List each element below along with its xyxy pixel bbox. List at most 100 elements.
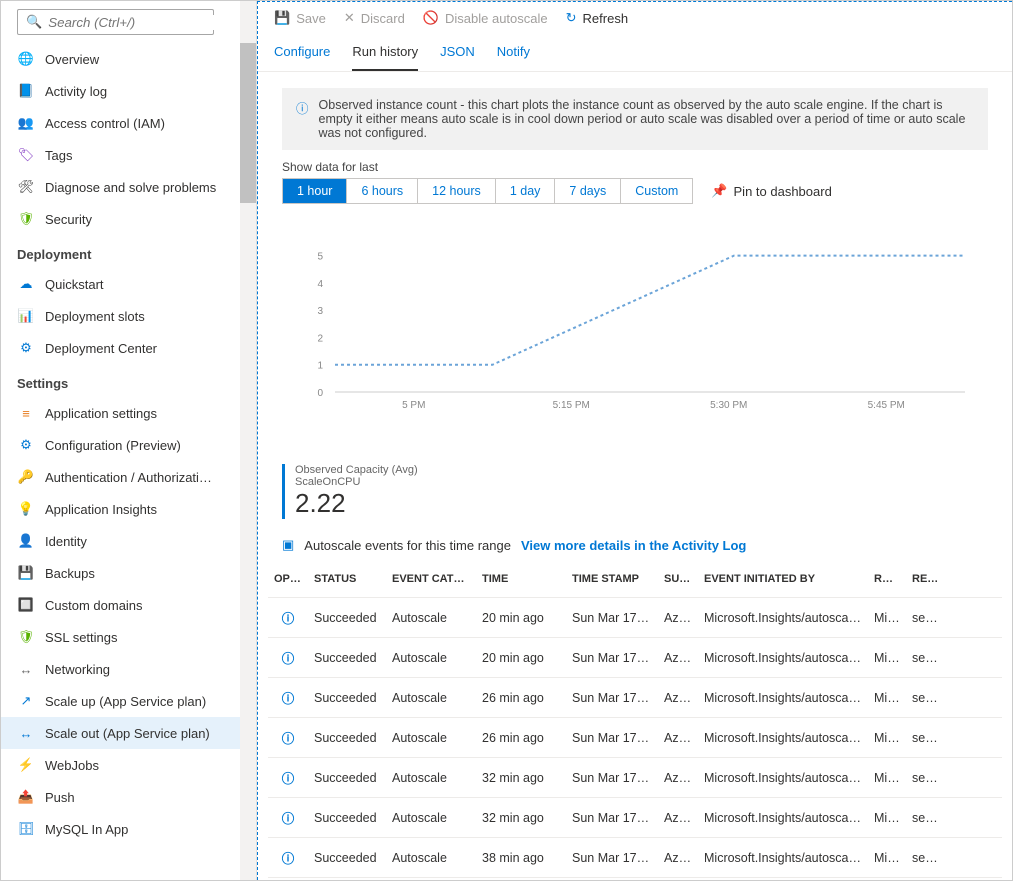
tab-configure[interactable]: Configure [274,40,330,71]
sidebar-item-backups[interactable]: 💾Backups [1,557,256,589]
cell-initiated-by: Microsoft.Insights/autoscale… [698,691,868,705]
sidebar-item-label: MySQL In App [45,822,128,837]
time-label: Show data for last [282,160,988,174]
sidebar-item-ssl-settings[interactable]: 🛡SSL settings [1,621,256,653]
cell-sub: Azu… [658,611,698,625]
time-segmented: 1 hour6 hours12 hours1 day7 daysCustom [282,178,693,204]
sidebar-item-application-settings[interactable]: ≡ Application settings [1,397,256,429]
cell-res1: Mic… [868,651,906,665]
table-header: OPE…STATUSEVENT CATEG…TIMETIME STAMPSUB…… [268,561,1002,598]
table-row[interactable]: ⓘSucceededAutoscale26 min agoSun Mar 17 … [268,678,1002,718]
table-row[interactable]: ⓘSucceededAutoscale38 min agoSun Mar 17 … [268,878,1002,880]
sidebar-item-label: Activity log [45,84,107,99]
col-header[interactable]: RES… [868,573,906,585]
time-option-6-hours[interactable]: 6 hours [347,179,418,203]
time-option-custom[interactable]: Custom [621,179,692,203]
list-icon: ≡ [17,404,35,422]
sidebar-item-quickstart[interactable]: ☁Quickstart [1,268,256,300]
sidebar-item-scale-up-app-service-plan-[interactable]: ↗Scale up (App Service plan) [1,685,256,717]
cell-sub: Azu… [658,811,698,825]
events-title: Autoscale events for this time range [304,538,511,553]
scaleup-icon: ↗ [17,692,35,710]
sidebar-item-push[interactable]: 📤Push [1,781,256,813]
sidebar-item-networking[interactable]: ↔Networking [1,653,256,685]
wrench-icon: 🛠 [17,178,35,196]
sidebar-item-deployment-slots[interactable]: 📊Deployment slots [1,300,256,332]
sidebar-item-access-control-iam-[interactable]: 👥Access control (IAM) [1,107,256,139]
info-icon: ⓘ [282,812,295,826]
sidebar-item-label: Scale out (App Service plan) [45,726,210,741]
sidebar-item-label: Application settings [45,406,157,421]
cell-category: Autoscale [386,651,476,665]
sidebar-item-custom-domains[interactable]: 🔲Custom domains [1,589,256,621]
sidebar-item-configuration-preview-[interactable]: ⚙Configuration (Preview) [1,429,256,461]
tab-notify[interactable]: Notify [497,40,530,71]
time-option-12-hours[interactable]: 12 hours [418,179,496,203]
cell-sub: Azu… [658,731,698,745]
col-header[interactable]: RES… [906,573,946,585]
save-button[interactable]: 💾Save [274,10,326,26]
sidebar-scrollbar[interactable] [240,1,256,880]
col-header[interactable]: TIME [476,573,566,585]
sidebar-item-identity[interactable]: 👤Identity [1,525,256,557]
cell-time: 20 min ago [476,611,566,625]
scrollbar-thumb[interactable] [240,43,256,203]
disable-autoscale-button[interactable]: 🚫Disable autoscale [423,10,548,26]
cell-res2: serv… [906,651,946,665]
cell-category: Autoscale [386,851,476,865]
sidebar-item-overview[interactable]: 🌐Overview [1,43,256,75]
sidebar-item-security[interactable]: 🛡Security [1,203,256,235]
tab-json[interactable]: JSON [440,40,475,71]
sidebar-item-webjobs[interactable]: ⚡WebJobs [1,749,256,781]
col-header[interactable]: EVENT CATEG… [386,573,476,585]
info-icon: ⓘ [282,612,295,626]
discard-button[interactable]: ✕Discard [344,10,405,26]
table-row[interactable]: ⓘSucceededAutoscale26 min agoSun Mar 17 … [268,718,1002,758]
svg-text:5:45 PM: 5:45 PM [868,400,905,411]
sidebar-item-tags[interactable]: 🏷Tags [1,139,256,171]
cell-res1: Mic… [868,851,906,865]
time-option-1-hour[interactable]: 1 hour [283,179,347,203]
cell-res2: serv… [906,691,946,705]
sidebar-item-label: Tags [45,148,72,163]
disable-icon: 🚫 [423,10,439,26]
table-row[interactable]: ⓘSucceededAutoscale20 min agoSun Mar 17 … [268,598,1002,638]
search-input[interactable] [48,15,227,30]
cell-status: Succeeded [308,651,386,665]
collapse-icon[interactable]: ▣ [282,537,294,553]
refresh-button[interactable]: ↻Refresh [566,10,628,26]
cell-timestamp: Sun Mar 17 2… [566,611,658,625]
ssl-icon: 🛡 [17,628,35,646]
col-header[interactable]: TIME STAMP [566,573,658,585]
cell-category: Autoscale [386,691,476,705]
sidebar-item-authentication-authorizati-[interactable]: 🔑Authentication / Authorizati… [1,461,256,493]
cell-initiated-by: Microsoft.Insights/autoscale… [698,651,868,665]
svg-text:5:15 PM: 5:15 PM [553,400,590,411]
svg-text:5: 5 [317,252,323,263]
sidebar-item-mysql-in-app[interactable]: 🗄MySQL In App [1,813,256,845]
cell-res1: Mic… [868,691,906,705]
table-row[interactable]: ⓘSucceededAutoscale38 min agoSun Mar 17 … [268,838,1002,878]
col-header[interactable]: OPE… [268,573,308,585]
table-row[interactable]: ⓘSucceededAutoscale20 min agoSun Mar 17 … [268,638,1002,678]
col-header[interactable]: SUB… [658,573,698,585]
search-box[interactable]: 🔍 [17,9,214,35]
sidebar-item-application-insights[interactable]: 💡Application Insights [1,493,256,525]
iam-icon: 👥 [17,114,35,132]
time-option-7-days[interactable]: 7 days [555,179,621,203]
time-option-1-day[interactable]: 1 day [496,179,556,203]
table-row[interactable]: ⓘSucceededAutoscale32 min agoSun Mar 17 … [268,758,1002,798]
sidebar-item-diagnose-and-solve-problems[interactable]: 🛠Diagnose and solve problems [1,171,256,203]
sidebar-item-activity-log[interactable]: 📘Activity log [1,75,256,107]
col-header[interactable]: EVENT INITIATED BY [698,573,868,585]
activity-log-link[interactable]: View more details in the Activity Log [521,538,746,553]
table-row[interactable]: ⓘSucceededAutoscale32 min agoSun Mar 17 … [268,798,1002,838]
toolbar: 💾Save ✕Discard 🚫Disable autoscale ↻Refre… [258,2,1012,34]
cell-status: Succeeded [308,771,386,785]
cell-time: 26 min ago [476,691,566,705]
col-header[interactable]: STATUS [308,573,386,585]
sidebar-item-scale-out-app-service-plan-[interactable]: ↔Scale out (App Service plan) [1,717,256,749]
pin-to-dashboard-button[interactable]: 📌 Pin to dashboard [711,183,831,199]
tab-run-history[interactable]: Run history [352,40,418,71]
sidebar-item-deployment-center[interactable]: ⚙Deployment Center [1,332,256,364]
